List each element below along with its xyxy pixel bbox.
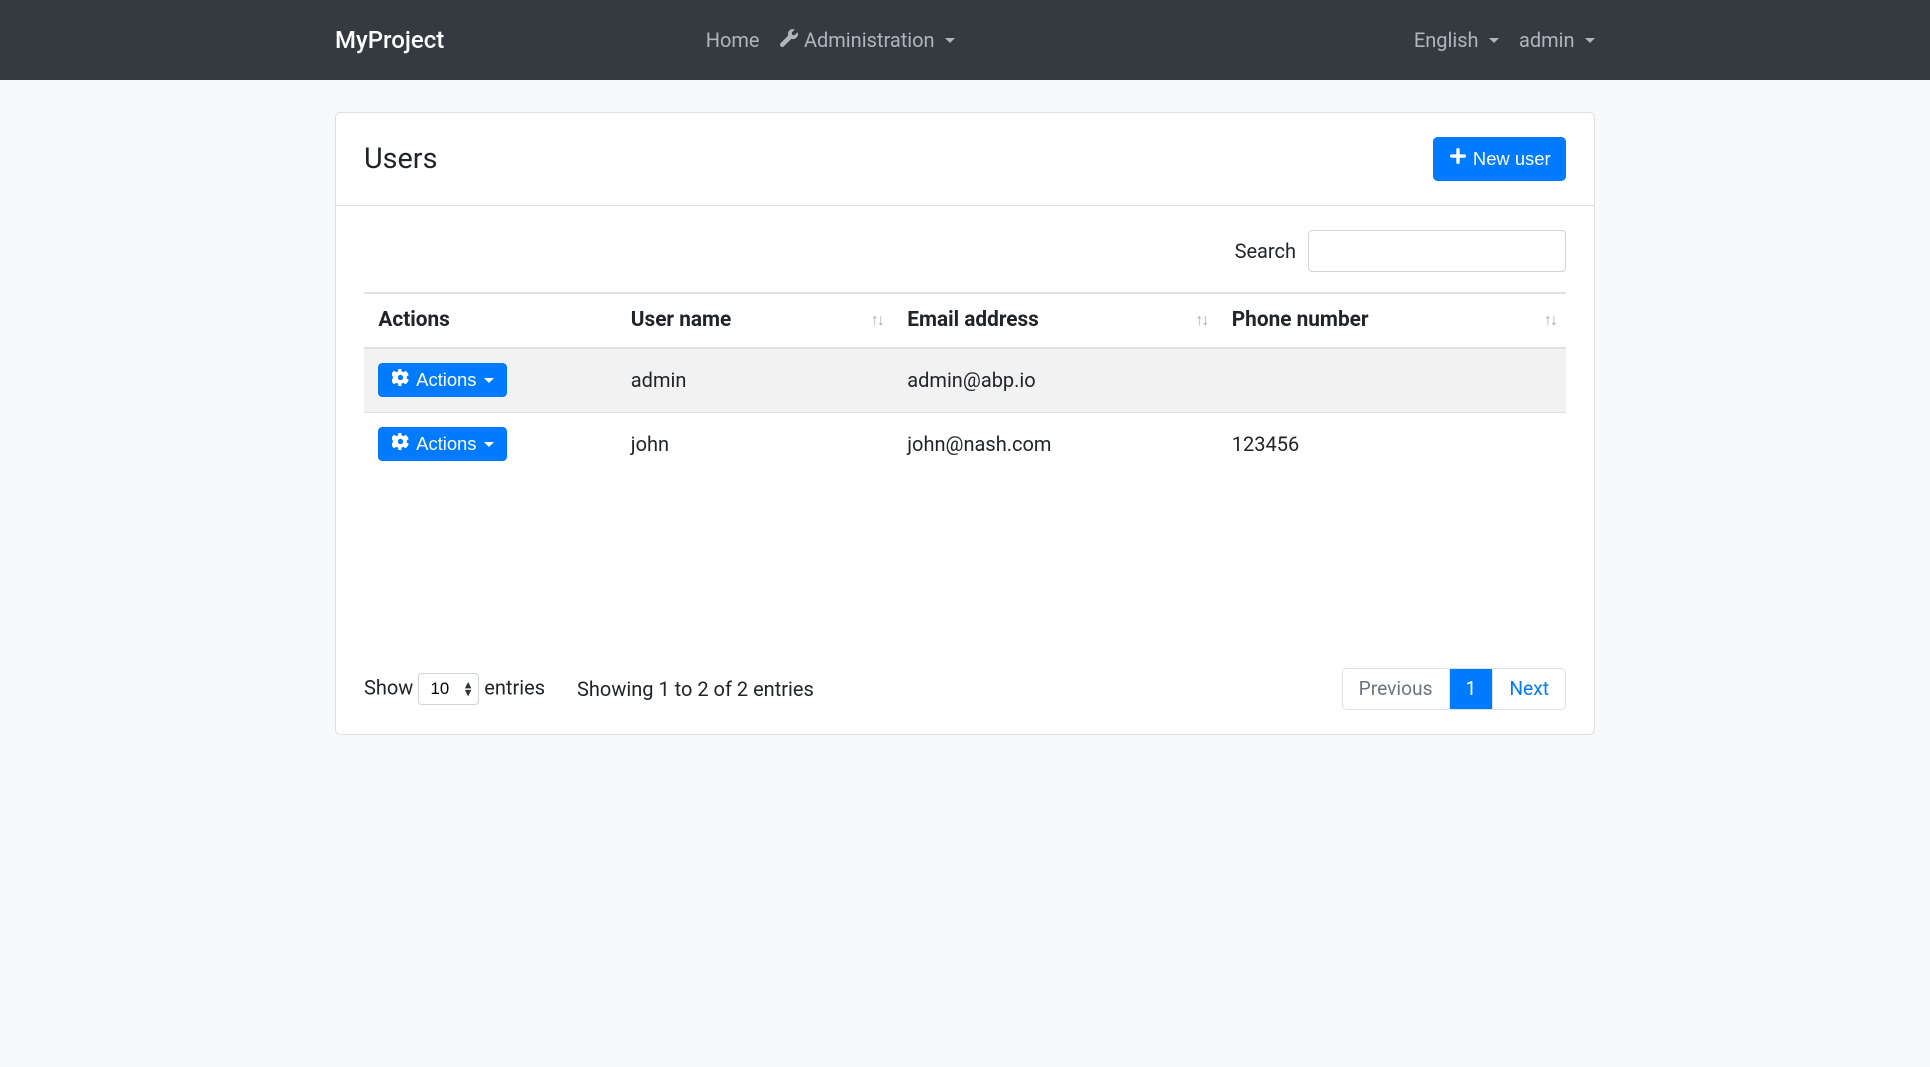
cell-phone (1217, 348, 1566, 412)
nav-user-label: admin (1519, 28, 1575, 52)
row-actions-button[interactable]: Actions (378, 427, 507, 461)
caret-down-icon (484, 378, 494, 383)
cell-username: john (616, 412, 892, 475)
nav-administration[interactable]: Administration (780, 28, 955, 52)
col-email[interactable]: Email address↑↓ (893, 293, 1218, 348)
cell-phone: 123456 (1217, 412, 1566, 475)
table-row: Actions john john@nash.com 123456 (364, 412, 1566, 475)
col-phone[interactable]: Phone number↑↓ (1217, 293, 1566, 348)
new-user-button-label: New user (1473, 145, 1551, 173)
cell-email: admin@abp.io (893, 348, 1218, 412)
sort-icon: ↑↓ (871, 310, 883, 330)
search-input[interactable] (1308, 230, 1566, 272)
page-size-select[interactable]: 10 (418, 673, 479, 705)
brand-link[interactable]: MyProject (335, 26, 444, 54)
nav-home[interactable]: Home (706, 28, 760, 52)
users-card: Users New user Search Actions User name↑… (335, 112, 1595, 735)
gear-icon (392, 369, 409, 391)
top-navbar: MyProject Home Administration English ad… (0, 0, 1930, 80)
col-username[interactable]: User name↑↓ (616, 293, 892, 348)
row-actions-button[interactable]: Actions (378, 363, 507, 397)
page-current[interactable]: 1 (1450, 669, 1494, 710)
actions-button-label: Actions (416, 433, 476, 455)
table-info: Showing 1 to 2 of 2 entries (577, 677, 814, 701)
wrench-icon (780, 28, 798, 52)
table-row: Actions admin admin@abp.io (364, 348, 1566, 412)
new-user-button[interactable]: New user (1433, 137, 1566, 181)
nav-language-label: English (1414, 28, 1479, 52)
sort-icon: ↑↓ (1544, 310, 1556, 330)
search-label: Search (1235, 239, 1296, 263)
page-length: Show 10 ▴▾ entries (364, 673, 545, 705)
caret-down-icon (484, 442, 494, 447)
users-table: Actions User name↑↓ Email address↑↓ Phon… (364, 292, 1566, 476)
page-title: Users (364, 142, 437, 176)
gear-icon (392, 433, 409, 455)
nav-user[interactable]: admin (1519, 28, 1595, 52)
caret-down-icon (1489, 38, 1499, 43)
sort-icon: ↑↓ (1195, 310, 1207, 330)
plus-icon (1449, 145, 1467, 173)
cell-username: admin (616, 348, 892, 412)
show-label: Show (364, 675, 413, 699)
nav-administration-label: Administration (804, 28, 935, 52)
caret-down-icon (1585, 38, 1595, 43)
page-next[interactable]: Next (1493, 669, 1565, 710)
pagination: Previous 1 Next (1342, 668, 1566, 711)
entries-label: entries (484, 675, 545, 699)
page-prev[interactable]: Previous (1343, 669, 1450, 710)
caret-down-icon (945, 38, 955, 43)
actions-button-label: Actions (416, 369, 476, 391)
card-header: Users New user (336, 113, 1594, 206)
nav-language[interactable]: English (1414, 28, 1499, 52)
cell-email: john@nash.com (893, 412, 1218, 475)
col-actions: Actions (364, 293, 616, 348)
